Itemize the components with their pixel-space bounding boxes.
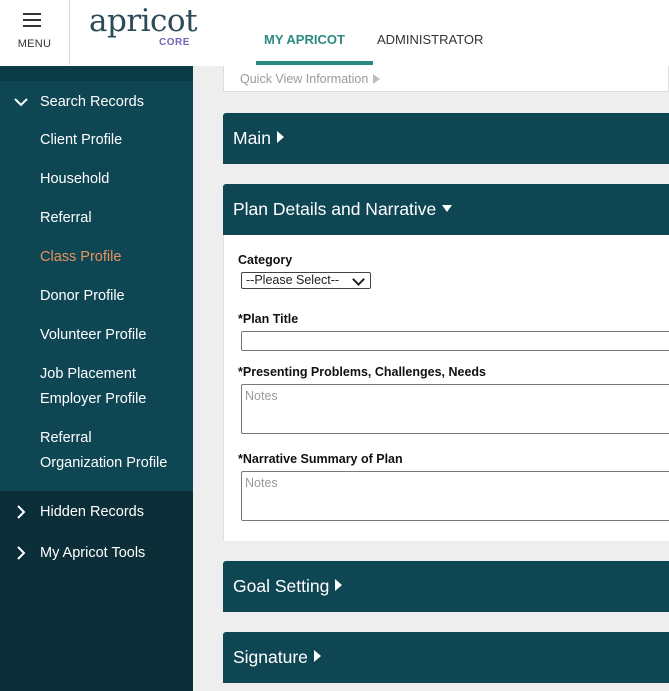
caret-right-icon xyxy=(335,579,343,591)
section-plan-title: Plan Details and Narrative xyxy=(233,199,437,219)
sidebar-my-apricot-tools[interactable]: My Apricot Tools xyxy=(0,538,193,568)
plan-details-form: Category --Please Select-- *Plan Title *… xyxy=(223,235,669,541)
section-main-title: Main xyxy=(233,128,271,148)
section-signature-header[interactable]: Signature xyxy=(223,632,669,683)
problems-label: *Presenting Problems, Challenges, Needs xyxy=(238,365,486,379)
section-plan-header[interactable]: Plan Details and Narrative xyxy=(223,184,669,235)
sidebar-item-job-placement[interactable]: Job Placement Employer Profile xyxy=(40,362,146,412)
narrative-placeholder: Notes xyxy=(245,476,278,490)
chevron-right-icon xyxy=(17,546,26,560)
menu-label: MENU xyxy=(17,38,52,50)
sidebar-item-job-placement-line2: Employer Profile xyxy=(40,391,147,407)
top-bar: MENU apricot CORE MY APRICOT ADMINISTRAT… xyxy=(0,0,669,67)
quick-view-bar[interactable]: Quick View Information xyxy=(223,66,669,92)
active-tab-indicator xyxy=(256,61,373,65)
section-main-header[interactable]: Main xyxy=(223,113,669,164)
sidebar-my-apricot-tools-label: My Apricot Tools xyxy=(40,545,146,561)
sidebar-search-records[interactable]: Search Records xyxy=(0,87,193,117)
section-goal-setting-title: Goal Setting xyxy=(233,576,330,596)
sidebar-item-referral-organization[interactable]: Referral Organization Profile xyxy=(40,426,167,476)
sidebar-lower-section: Hidden Records My Apricot Tools xyxy=(0,491,193,691)
section-goal-setting-header[interactable]: Goal Setting xyxy=(223,561,669,612)
sidebar-item-referral-org-line2: Organization Profile xyxy=(40,455,168,471)
plan-title-label: *Plan Title xyxy=(238,312,299,326)
sidebar-hidden-records[interactable]: Hidden Records xyxy=(0,497,193,527)
caret-right-icon xyxy=(313,650,321,662)
sidebar: Search Records Client Profile Household … xyxy=(0,66,193,691)
sidebar-item-volunteer-profile[interactable]: Volunteer Profile xyxy=(40,323,146,348)
caret-right-icon xyxy=(276,131,284,143)
tab-administrator[interactable]: ADMINISTRATOR xyxy=(377,32,483,47)
section-signature-title: Signature xyxy=(233,647,308,667)
category-select-value: --Please Select-- xyxy=(246,273,340,287)
quick-view-label: Quick View Information xyxy=(240,72,369,86)
logo-text: apricot xyxy=(89,3,198,39)
narrative-textarea[interactable]: Notes xyxy=(241,471,669,521)
problems-placeholder: Notes xyxy=(245,389,278,403)
chevron-right-icon xyxy=(17,505,26,519)
sidebar-item-donor-profile[interactable]: Donor Profile xyxy=(40,284,125,309)
sidebar-search-records-label: Search Records xyxy=(40,94,144,110)
caret-right-icon xyxy=(373,74,380,84)
sidebar-top-strip xyxy=(0,66,193,81)
chevron-down-icon xyxy=(352,273,365,286)
category-select[interactable]: --Please Select-- xyxy=(241,272,371,289)
category-label: Category xyxy=(238,253,293,267)
menu-button[interactable]: MENU xyxy=(0,0,70,65)
sidebar-item-client-profile[interactable]: Client Profile xyxy=(40,128,122,153)
problems-textarea[interactable]: Notes xyxy=(241,384,669,434)
sidebar-item-referral-org-line1: Referral xyxy=(40,430,92,446)
sidebar-hidden-records-label: Hidden Records xyxy=(40,504,144,520)
plan-title-input[interactable] xyxy=(241,331,669,351)
logo-sub: CORE xyxy=(159,37,190,48)
caret-down-icon xyxy=(442,205,453,212)
sidebar-item-class-profile[interactable]: Class Profile xyxy=(40,245,121,270)
sidebar-item-household[interactable]: Household xyxy=(40,167,109,192)
sidebar-item-job-placement-line1: Job Placement xyxy=(40,366,136,382)
main-content: Quick View Information Main Plan Details… xyxy=(193,66,669,691)
narrative-label: *Narrative Summary of Plan xyxy=(238,452,403,466)
apricot-logo[interactable]: apricot CORE xyxy=(89,3,198,48)
tab-my-apricot[interactable]: MY APRICOT xyxy=(264,32,345,47)
sidebar-item-referral[interactable]: Referral xyxy=(40,206,92,231)
hamburger-icon[interactable] xyxy=(23,13,41,27)
chevron-down-icon xyxy=(14,98,28,107)
